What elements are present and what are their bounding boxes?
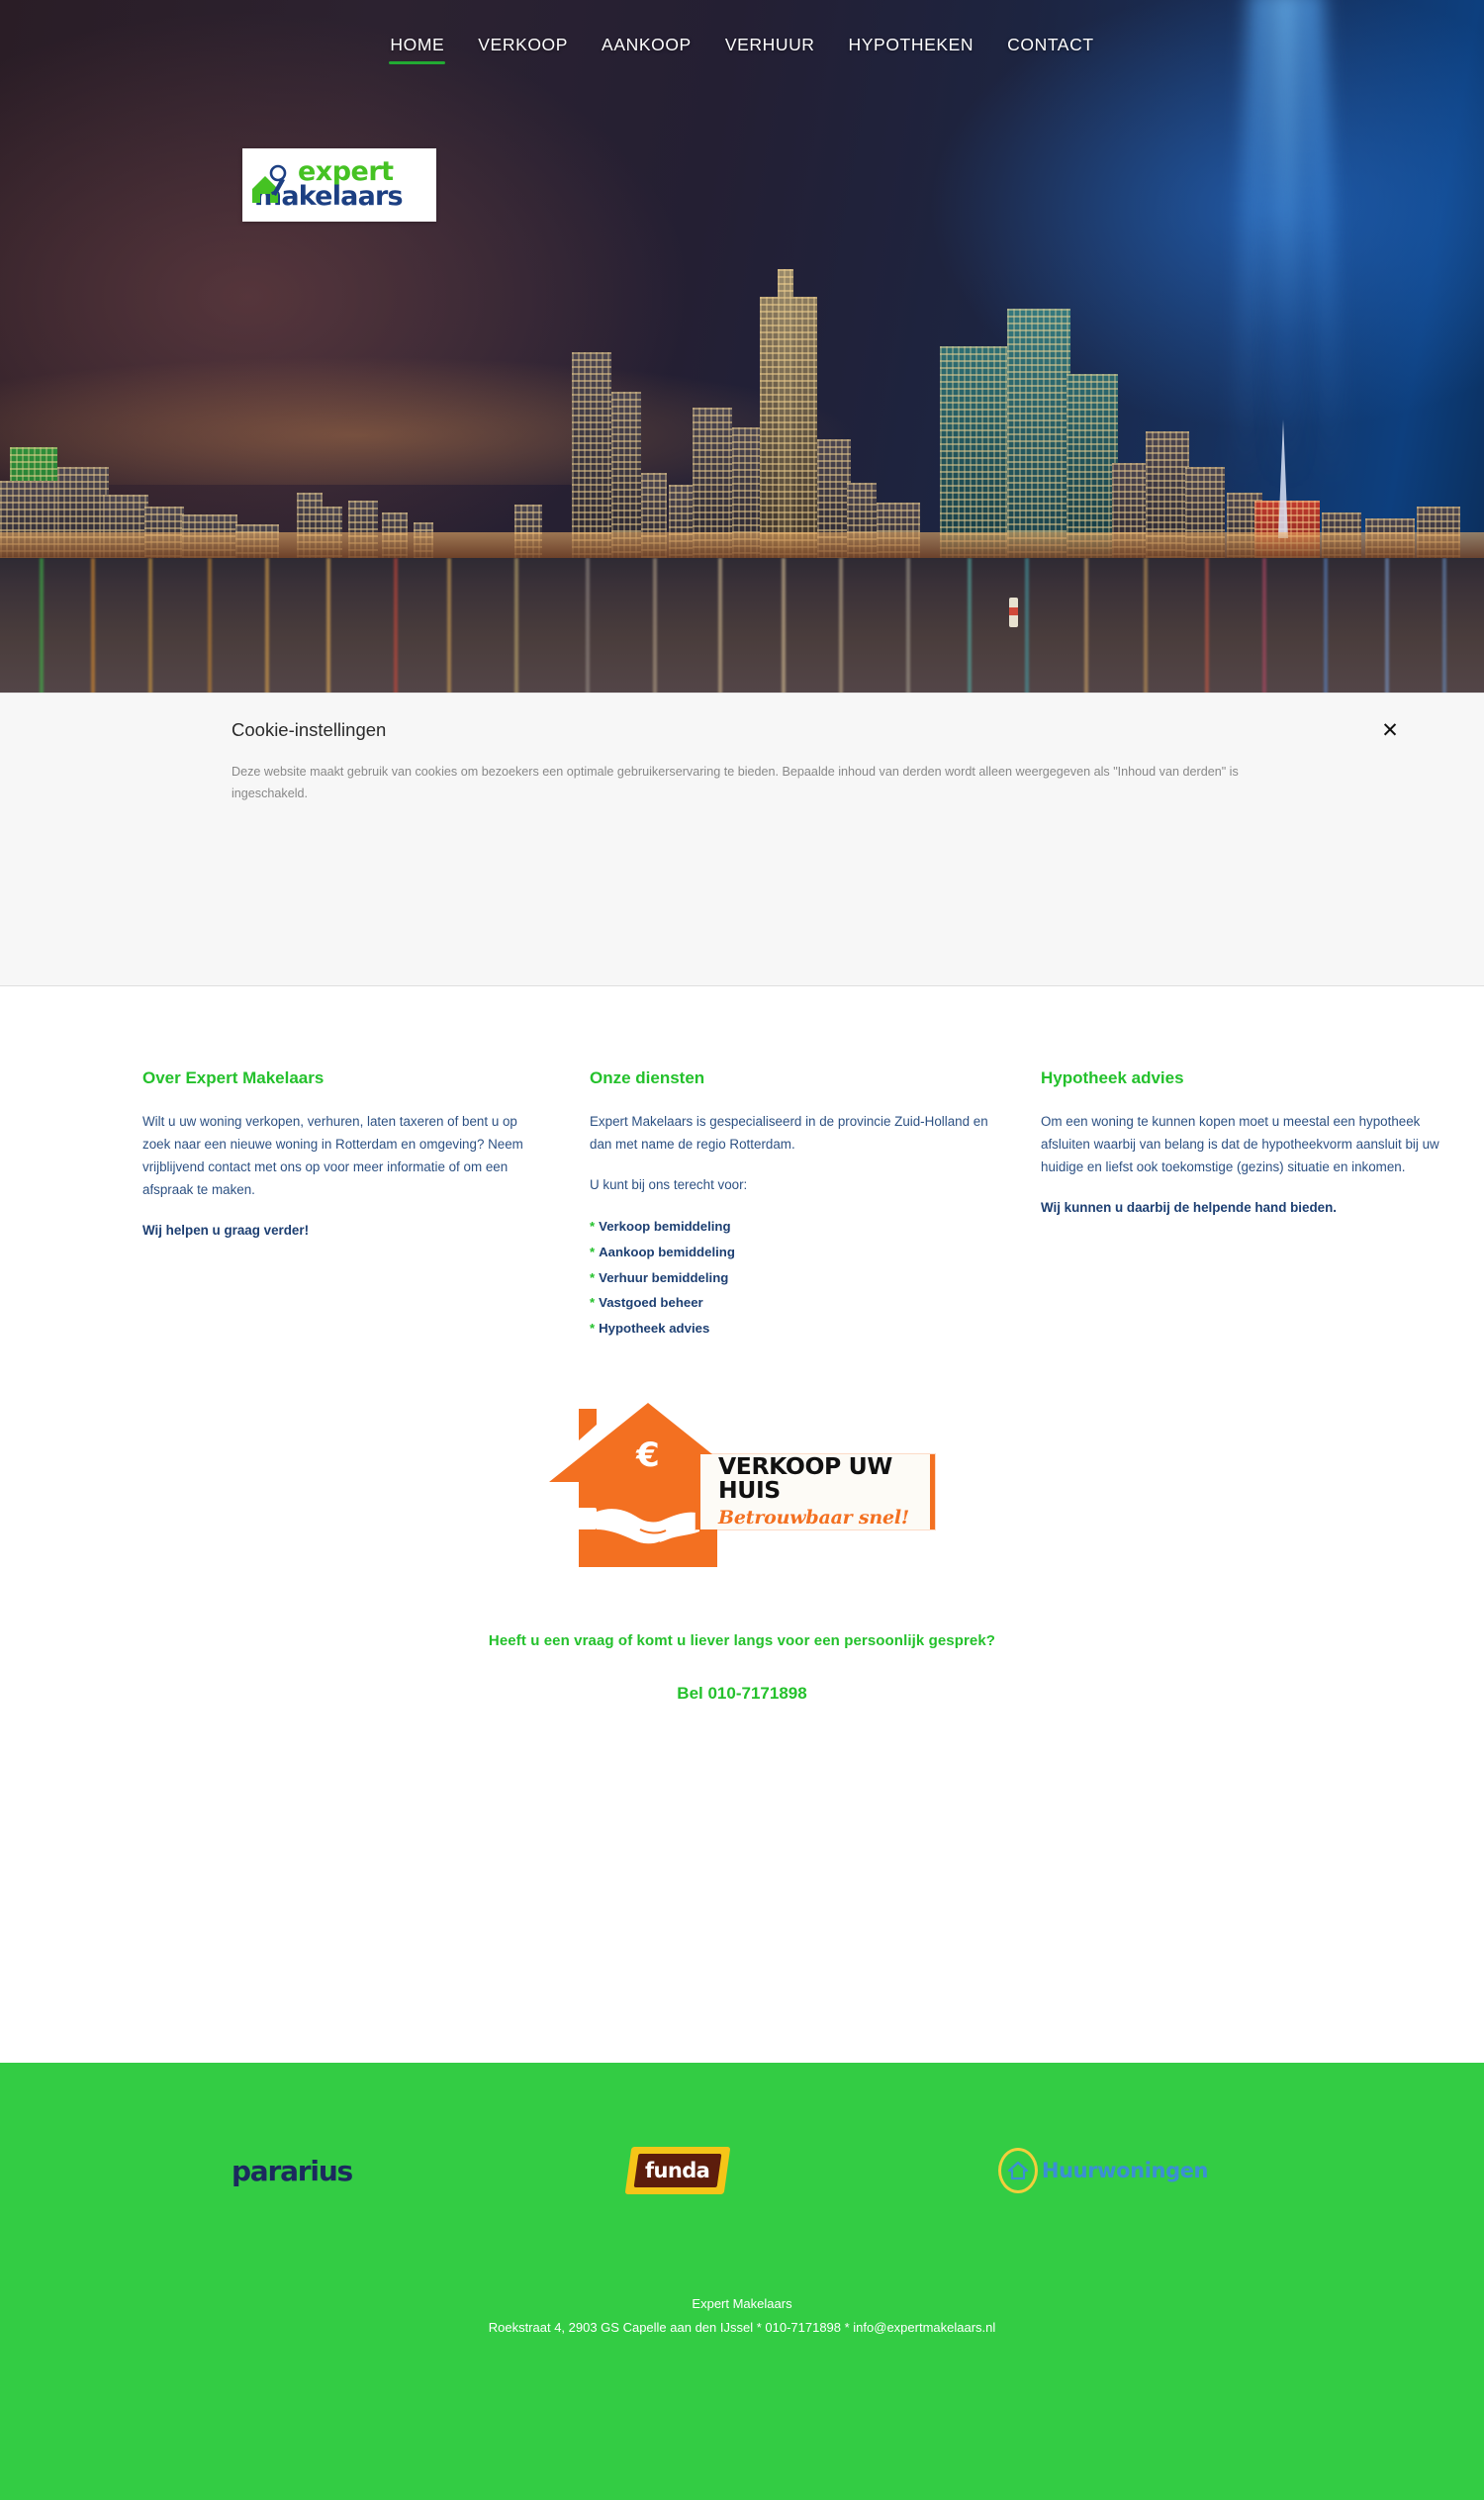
content-columns: Over Expert Makelaars Wilt u uw woning v… [0, 1068, 1484, 1342]
water-reflection [0, 558, 1484, 704]
erasmus-bridge-icon [1278, 419, 1288, 538]
nav-item-home[interactable]: HOME [388, 13, 446, 65]
list-item-label: Verkoop bemiddeling [599, 1219, 731, 1235]
huurwoningen-label: Huurwoningen [1041, 2159, 1209, 2182]
list-item-label: Hypotheek advies [599, 1321, 710, 1337]
bullet-star-icon: * [590, 1219, 596, 1235]
funda-logo-inner: funda [633, 2154, 722, 2187]
pararius-logo: pararius [231, 2154, 353, 2187]
column-paragraph: Wilt u uw woning verkopen, verhuren, lat… [142, 1114, 523, 1198]
bullet-star-icon: * [590, 1295, 596, 1311]
column-heading: Onze diensten [590, 1068, 705, 1087]
cookie-title: Cookie-instellingen [232, 719, 387, 740]
list-item: * Aankoop bemiddeling [590, 1240, 995, 1265]
site-logo[interactable]: expert makelaars [242, 148, 436, 222]
svg-text:€: € [635, 1435, 660, 1475]
nav-item-hypotheken[interactable]: HYPOTHEKEN [847, 13, 976, 65]
partner-pararius[interactable]: pararius [143, 2155, 440, 2187]
cookie-description: Deze website maakt gebruik van cookies o… [232, 765, 1239, 801]
house-circle-icon [997, 2148, 1038, 2193]
column-paragraph: Om een woning te kunnen kopen moet u mee… [1041, 1114, 1439, 1175]
site-footer: pararius funda Huurwoningen Expert Makel… [0, 2063, 1484, 2500]
column-over-expert-makelaars: Over Expert Makelaars Wilt u uw woning v… [142, 1068, 548, 1342]
list-item: * Hypotheek advies [590, 1316, 995, 1342]
promo-banner: € VERKOOP UW HUIS Betrouwbaar snel! [0, 1397, 1484, 1573]
column-heading: Hypotheek advies [1041, 1068, 1184, 1087]
promo-line1: VERKOOP UW HUIS [718, 1452, 892, 1504]
cta-phone[interactable]: Bel 010-7171898 [0, 1684, 1484, 1704]
column-closing: Wij helpen u graag verder! [142, 1223, 310, 1239]
column-closing: Wij kunnen u daarbij de helpende hand bi… [1041, 1200, 1337, 1216]
column-hypotheek-advies: Hypotheek advies Om een woning te kunnen… [1041, 1068, 1446, 1342]
list-item: * Vastgoed beheer [590, 1290, 995, 1316]
footer-company-name: Expert Makelaars [692, 2296, 792, 2311]
cookie-settings-banner: Cookie-instellingen Deze website maakt g… [0, 693, 1484, 986]
column-heading: Over Expert Makelaars [142, 1068, 325, 1087]
bullet-star-icon: * [590, 1321, 596, 1337]
city-skyline [0, 269, 1484, 704]
hero-banner: HOME VERKOOP AANKOOP VERHUUR HYPOTHEKEN … [0, 0, 1484, 704]
bullet-star-icon: * [590, 1269, 596, 1285]
cookie-banner-inner: Cookie-instellingen Deze website maakt g… [0, 694, 1484, 985]
list-item-label: Verhuur bemiddeling [599, 1269, 729, 1285]
main-navigation: HOME VERKOOP AANKOOP VERHUUR HYPOTHEKEN … [0, 0, 1484, 77]
column-paragraph: U kunt bij ons terecht voor: [590, 1177, 748, 1193]
huurwoningen-logo: Huurwoningen [997, 2148, 1209, 2193]
nav-item-verkoop[interactable]: VERKOOP [476, 13, 570, 65]
services-list: * Verkoop bemiddeling * Aankoop bemiddelin… [590, 1214, 995, 1342]
water-buoy [1009, 598, 1018, 627]
promo-line2: Betrouwbaar snel! [718, 1507, 910, 1528]
partner-huurwoningen[interactable]: Huurwoningen [935, 2148, 1271, 2193]
list-item: * Verhuur bemiddeling [590, 1265, 995, 1291]
list-item-label: Aankoop bemiddeling [599, 1244, 735, 1259]
quay-lights [0, 532, 1484, 558]
cta-question: Heeft u een vraag of komt u liever langs… [488, 1632, 996, 1649]
footer-contact-info: Expert Makelaars Roekstraat 4, 2903 GS C… [0, 2296, 1484, 2335]
promo-inner: € VERKOOP UW HUIS Betrouwbaar snel! [549, 1397, 935, 1573]
funda-logo: funda [624, 2147, 731, 2194]
list-item: * Verkoop bemiddeling [590, 1214, 995, 1240]
logo-wordmark: expert makelaars [254, 158, 404, 210]
partner-funda[interactable]: funda [529, 2147, 826, 2194]
bullet-star-icon: * [590, 1244, 596, 1259]
contact-cta: Heeft u een vraag of komt u liever langs… [0, 1632, 1484, 1704]
footer-address: Roekstraat 4, 2903 GS Capelle aan den IJ… [488, 2320, 996, 2335]
nav-item-contact[interactable]: CONTACT [1005, 13, 1095, 65]
funda-label: funda [645, 2159, 710, 2182]
nav-list: HOME VERKOOP AANKOOP VERHUUR HYPOTHEKEN … [388, 13, 1095, 65]
close-icon[interactable]: ✕ [1373, 713, 1407, 747]
promo-sign: VERKOOP UW HUIS Betrouwbaar snel! [696, 1454, 935, 1529]
list-item-label: Vastgoed beheer [599, 1295, 703, 1311]
nav-item-aankoop[interactable]: AANKOOP [600, 13, 694, 65]
column-onze-diensten: Onze diensten Expert Makelaars is gespec… [590, 1068, 995, 1342]
partner-logos: pararius funda Huurwoningen [0, 2147, 1484, 2194]
nav-item-verhuur[interactable]: VERHUUR [723, 13, 817, 65]
column-paragraph: Expert Makelaars is gespecialiseerd in d… [590, 1114, 988, 1153]
house-key-icon [248, 163, 300, 207]
